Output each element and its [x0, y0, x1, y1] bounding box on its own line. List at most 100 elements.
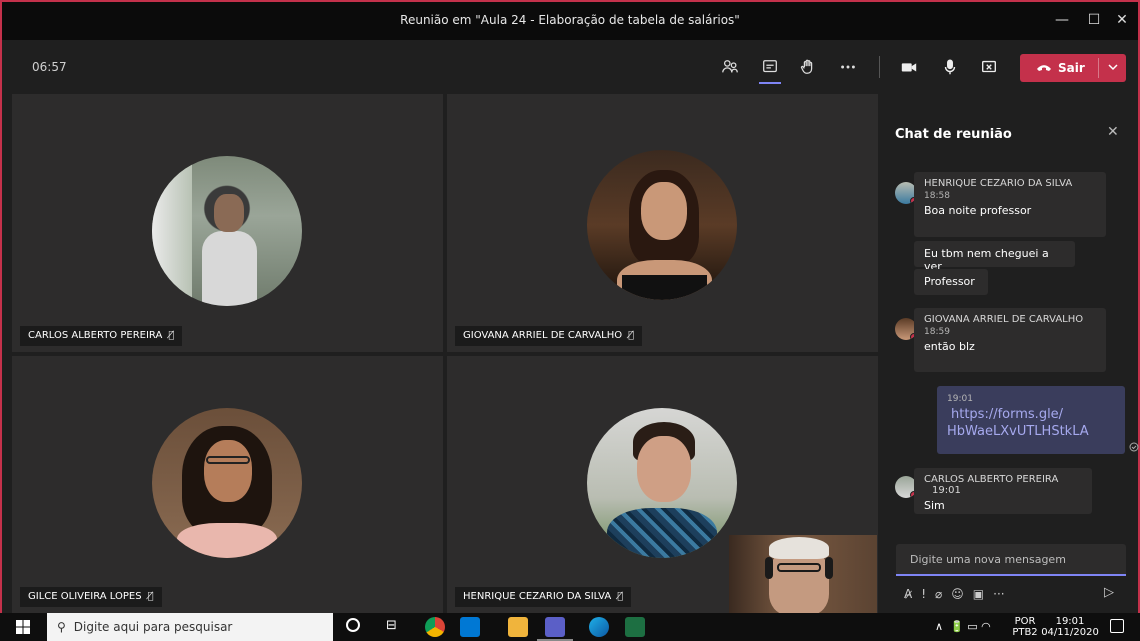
more-icon [841, 65, 855, 69]
microphone-icon [944, 59, 956, 75]
own-chat-message[interactable]: 19:01 https://forms.gle/ HbWaeLXvUTLHStk… [937, 386, 1125, 454]
mic-off-icon: 🎙̸ [617, 591, 624, 602]
participant-nameplate: GILCE OLIVEIRA LOPES 🎙̸ [20, 587, 162, 607]
leave-button[interactable]: Sair [1020, 54, 1126, 82]
teams-icon[interactable] [545, 617, 565, 637]
leave-label-group: Sair [1036, 61, 1085, 75]
message-time: 18:58 [924, 191, 950, 201]
compose-toolbar: A̷ ! ⌀ ☺ ▣ ··· [896, 582, 1126, 606]
important-icon[interactable]: ! [921, 587, 926, 601]
message-text: então blz [924, 340, 975, 353]
avatar [587, 150, 737, 300]
chat-message[interactable]: CARLOS ALBERTO PEREIRA 19:01 Sim [914, 468, 1092, 514]
leave-label: Sair [1058, 61, 1085, 75]
clock[interactable]: 19:01 04/11/2020 [1041, 613, 1099, 641]
more-options-button[interactable] [834, 54, 862, 80]
self-video-preview[interactable] [729, 535, 877, 613]
attach-icon[interactable]: ⌀ [935, 587, 942, 601]
language-code: POR [1014, 616, 1036, 627]
chat-icon [763, 60, 777, 73]
raise-hand-icon [800, 59, 813, 74]
participant-name: HENRIQUE CEZARIO DA SILVA [463, 591, 612, 602]
minimize-button[interactable]: — [1050, 8, 1074, 32]
maximize-button[interactable]: ☐ [1082, 8, 1106, 32]
microphone-button[interactable] [936, 54, 964, 80]
notifications-icon[interactable] [1110, 619, 1124, 633]
chat-title: Chat de reunião [895, 127, 1012, 142]
participants-button[interactable] [716, 54, 744, 80]
meeting-toolbar: 06:57 Sair [2, 40, 1138, 92]
message-link[interactable]: https://forms.gle/ [947, 406, 1115, 423]
message-time: 19:01 [947, 394, 973, 404]
video-tile-gilce[interactable]: GILCE OLIVEIRA LOPES 🎙̸ [12, 356, 443, 613]
cortana-icon[interactable] [346, 618, 360, 632]
message-header: CARLOS ALBERTO PEREIRA 19:01 [924, 474, 1082, 496]
participant-nameplate: HENRIQUE CEZARIO DA SILVA 🎙̸ [455, 587, 632, 607]
message-text: Boa noite professor [924, 204, 1032, 217]
seen-check-icon [1129, 442, 1139, 452]
participant-name: GILCE OLIVEIRA LOPES [28, 591, 142, 602]
window-title: Reunião em "Aula 24 - Elaboração de tabe… [400, 13, 740, 27]
send-icon[interactable]: ▷ [1104, 585, 1114, 600]
share-screen-icon [982, 60, 996, 73]
teams-meeting-window: Reunião em "Aula 24 - Elaboração de tabe… [0, 0, 1140, 641]
message-link-cont[interactable]: HbWaeLXvUTLHStkLA [947, 423, 1115, 440]
avatar [152, 408, 302, 558]
excel-icon[interactable] [625, 617, 645, 637]
mic-off-icon: 🎙̸ [628, 330, 635, 341]
avatar [587, 408, 737, 558]
message-text: Sim [924, 499, 945, 512]
participant-nameplate: CARLOS ALBERTO PEREIRA 🎙̸ [20, 326, 183, 346]
share-screen-button[interactable] [975, 54, 1003, 80]
camera-button[interactable] [895, 54, 923, 80]
more-icon[interactable]: ··· [993, 587, 1004, 601]
windows-taskbar: ⚲ Digite aqui para pesquisar ⊟ ∧ 🔋 ▭ ◠ P… [0, 613, 1140, 641]
search-icon: ⚲ [57, 620, 66, 634]
chat-message[interactable]: HENRIQUE CEZARIO DA SILVA 18:58 Boa noit… [914, 172, 1106, 237]
clock-date: 04/11/2020 [1041, 627, 1099, 638]
chrome-icon[interactable] [425, 617, 445, 637]
language-indicator[interactable]: POR PTB2 [1010, 613, 1040, 641]
raise-hand-button[interactable] [794, 54, 822, 80]
taskbar-search[interactable]: ⚲ Digite aqui para pesquisar [47, 613, 333, 641]
clock-time: 19:01 [1055, 616, 1085, 627]
file-explorer-icon[interactable] [508, 617, 528, 637]
chevron-down-icon[interactable] [1106, 60, 1120, 74]
message-author: GIOVANA ARRIEL DE CARVALHO [924, 314, 1084, 325]
new-message-input[interactable] [896, 544, 1126, 574]
toolbar-divider [879, 56, 880, 78]
message-author: CARLOS ALBERTO PEREIRA [924, 474, 1059, 485]
video-tile-carlos[interactable]: CARLOS ALBERTO PEREIRA 🎙̸ [12, 94, 443, 352]
tray-icons[interactable]: ∧ 🔋 ▭ ◠ [935, 620, 991, 633]
avatar [152, 156, 302, 306]
message-author: HENRIQUE CEZARIO DA SILVA [924, 178, 1073, 189]
participant-nameplate: GIOVANA ARRIEL DE CARVALHO 🎙̸ [455, 326, 643, 346]
meeting-timer: 06:57 [32, 60, 67, 74]
sticker-icon[interactable]: ▣ [973, 587, 984, 601]
mic-off-icon: 🎙̸ [147, 591, 154, 602]
close-window-button[interactable]: ✕ [1110, 8, 1134, 32]
compose-box [896, 544, 1126, 576]
hang-up-icon [1037, 65, 1051, 71]
participant-name: CARLOS ALBERTO PEREIRA [28, 330, 163, 341]
chat-message[interactable]: Professor [914, 269, 988, 295]
chat-message[interactable]: GIOVANA ARRIEL DE CARVALHO 18:59 então b… [914, 308, 1106, 372]
keyboard-layout: PTB2 [1012, 627, 1038, 638]
message-time: 19:01 [932, 485, 961, 496]
mail-icon[interactable] [460, 617, 480, 637]
chat-message[interactable]: Eu tbm nem cheguei a ver [914, 241, 1075, 273]
windows-start-icon[interactable] [16, 620, 30, 634]
message-time: 18:59 [924, 327, 950, 337]
search-placeholder: Digite aqui para pesquisar [73, 620, 233, 634]
task-view-icon[interactable]: ⊟ [386, 618, 397, 633]
meeting-chat-panel: Chat de reunião ✕ HENRIQUE CEZARIO DA SI… [879, 92, 1139, 613]
participant-name: GIOVANA ARRIEL DE CARVALHO [463, 330, 623, 341]
close-chat-icon[interactable]: ✕ [1107, 124, 1119, 140]
emoji-icon[interactable]: ☺ [951, 587, 964, 601]
chat-button[interactable] [756, 54, 784, 84]
edge-icon[interactable] [589, 617, 609, 637]
title-bar: Reunião em "Aula 24 - Elaboração de tabe… [2, 2, 1138, 40]
format-icon[interactable]: A̷ [904, 587, 912, 601]
camera-icon [901, 63, 917, 72]
video-tile-giovana[interactable]: GIOVANA ARRIEL DE CARVALHO 🎙̸ [447, 94, 878, 352]
